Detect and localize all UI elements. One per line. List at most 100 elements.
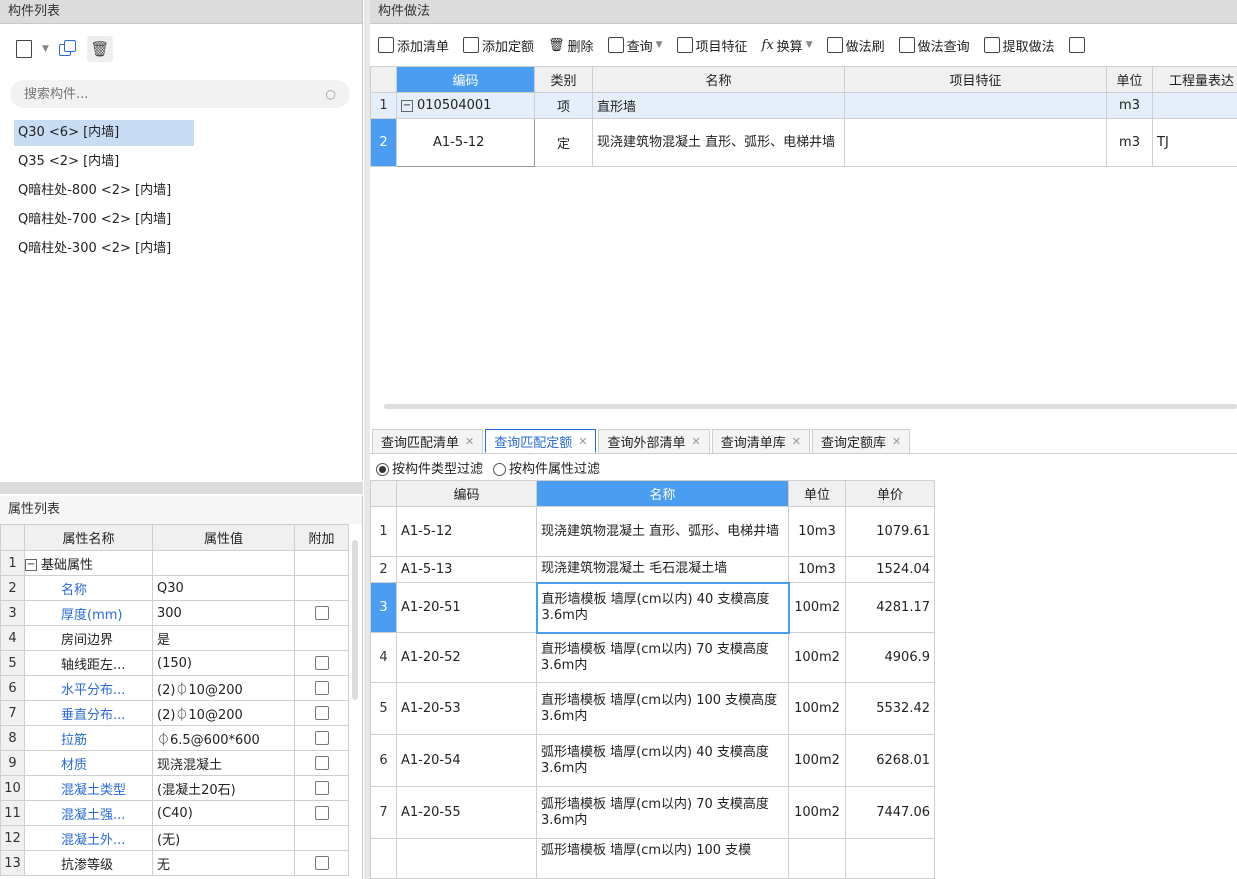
filter-by-attr-radio[interactable]: 按构件属性过滤 (493, 458, 600, 477)
dropdown-arrow-icon[interactable]: ▼ (656, 40, 663, 50)
list-item[interactable]: Q暗柱处-700 <2> [内墙] (14, 207, 362, 233)
extra-checkbox[interactable] (314, 806, 329, 820)
add-quota-button[interactable]: 添加定额 (463, 36, 534, 55)
close-icon[interactable]: ✕ (578, 435, 587, 448)
extra-checkbox[interactable] (314, 781, 329, 795)
vertical-splitter[interactable] (364, 0, 370, 879)
table-row[interactable]: 3 A1-20-51 直形墙模板 墙厚(cm以内) 40 支模高度3.6m内 100m… (370, 581, 935, 634)
col-name[interactable]: 名称 (592, 66, 845, 93)
table-row[interactable]: 2 名称 Q30 (0, 575, 349, 601)
component-search-box[interactable]: ○ (10, 80, 350, 108)
method-panel: 构件做法 添加清单 添加定额 🗑 删除 查询 ▼ 项目特征 fx 换算 ▼ 做法刷 做法… (370, 0, 1237, 416)
search-icon[interactable]: ○ (326, 87, 336, 101)
col-unit[interactable]: 单位 (788, 480, 846, 507)
extra-checkbox[interactable] (314, 656, 329, 670)
table-row[interactable]: 5 A1-20-53 直形墙模板 墙厚(cm以内) 100 支模高度3.6m内 100… (370, 682, 935, 735)
table-row[interactable]: 6 A1-20-54 弧形墙模板 墙厚(cm以内) 40 支模高度3.6m内 100m… (370, 734, 935, 787)
table-row[interactable]: 1 − 基础属性 (0, 550, 349, 576)
table-row[interactable]: 1 A1-5-12 现浇建筑物混凝土 直形、弧形、电梯井墙 10m3 1079.61 (370, 506, 935, 557)
radio-checked-icon (376, 462, 389, 476)
item-feature-button[interactable]: 项目特征 (676, 36, 748, 55)
query-button[interactable]: 查询 ▼ (607, 36, 663, 55)
list-item[interactable]: Q暗柱处-300 <2> [内墙] (14, 236, 362, 262)
tab-list-library[interactable]: 查询清单库 ✕ (711, 429, 810, 453)
col-code[interactable]: 编码 (396, 480, 537, 507)
table-row[interactable]: 5 轴线距左... (150) (0, 650, 349, 676)
property-table: 属性名称 属性值 附加 1 − 基础属性 2 名称 Q30 3 厚度(mm) 300 4房… (0, 524, 349, 876)
table-row[interactable]: 6 水平分布... (2)⏀10@200 (0, 675, 349, 701)
table-row[interactable]: 7 A1-20-55 弧形墙模板 墙厚(cm以内) 70 支模高度3.6m内 100m… (370, 786, 935, 839)
col-type[interactable]: 类别 (534, 66, 593, 93)
filter-options: 按构件类型过滤 按构件属性过滤 (370, 454, 1237, 480)
list-item[interactable]: Q35 <2> [内墙] (14, 149, 362, 175)
close-icon[interactable]: ✕ (691, 435, 700, 448)
convert-button[interactable]: fx 换算 ▼ (762, 36, 813, 55)
dropdown-arrow-icon[interactable]: ▼ (42, 44, 49, 54)
col-expr[interactable]: 工程量表达 (1152, 66, 1237, 93)
col-code[interactable]: 编码 (396, 66, 535, 93)
extra-checkbox[interactable] (314, 756, 329, 770)
table-row[interactable]: 4 A1-20-52 直形墙模板 墙厚(cm以内) 70 支模高度3.6m内 100m… (370, 632, 935, 683)
extra-checkbox[interactable] (314, 706, 329, 720)
extra-checkbox[interactable] (314, 856, 329, 870)
horizontal-splitter[interactable] (0, 482, 363, 494)
table-row[interactable]: 2 A1-5-12 定 现浇建筑物混凝土 直形、弧形、电梯井墙 m3 TJ (370, 118, 1237, 167)
prop-name-header[interactable]: 属性名称 (24, 524, 153, 551)
col-price[interactable]: 单价 (845, 480, 935, 507)
method-toolbar: 添加清单 添加定额 🗑 删除 查询 ▼ 项目特征 fx 换算 ▼ 做法刷 做法查询 提取… (370, 24, 1237, 66)
table-row[interactable]: 9 材质 现浇混凝土 (0, 750, 349, 776)
search-input[interactable] (24, 86, 284, 102)
list-item[interactable]: Q暗柱处-800 <2> [内墙] (14, 178, 362, 204)
close-icon[interactable]: ✕ (892, 435, 901, 448)
extra-checkbox[interactable] (314, 681, 329, 695)
extra-checkbox[interactable] (314, 606, 329, 620)
table-row[interactable]: 11 混凝土强... (C40) (0, 800, 349, 826)
property-list-title: 属性列表 (0, 496, 362, 524)
delete-component-icon[interactable]: 🗑 (86, 36, 113, 62)
method-panel-title: 构件做法 (370, 0, 1237, 24)
more-tools-icon[interactable] (1068, 37, 1085, 53)
col-feature[interactable]: 项目特征 (844, 66, 1107, 93)
delete-button[interactable]: 🗑 删除 (548, 36, 594, 55)
table-row[interactable]: 4 房间边界是 (0, 625, 349, 651)
close-icon[interactable]: ✕ (792, 435, 801, 448)
extract-method-button[interactable]: 提取做法 (983, 36, 1055, 55)
filter-by-type-radio[interactable]: 按构件类型过滤 (376, 458, 483, 477)
table-row[interactable]: 3 厚度(mm) 300 (0, 600, 349, 626)
dropdown-arrow-icon[interactable]: ▼ (806, 40, 813, 50)
collapse-icon[interactable]: − (401, 99, 413, 112)
table-row[interactable]: 弧形墙模板 墙厚(cm以内) 100 支模 (370, 838, 935, 879)
table-row[interactable]: 8 拉筋 ⏀6.5@600*600 (0, 725, 349, 751)
method-hscrollbar[interactable] (384, 404, 1237, 409)
copy-component-icon[interactable] (58, 40, 77, 58)
close-icon[interactable]: ✕ (465, 435, 474, 448)
add-list-button[interactable]: 添加清单 (378, 36, 449, 55)
property-list-panel: 属性列表 属性名称 属性值 附加 1 − 基础属性 2 名称 Q30 3 厚度(mm) 3… (0, 496, 363, 879)
extra-checkbox[interactable] (314, 731, 329, 745)
component-toolbar: ▼ 🗑 (0, 24, 362, 74)
property-scrollbar[interactable] (352, 540, 358, 700)
tab-match-quota[interactable]: 查询匹配定额 ✕ (485, 429, 597, 453)
table-row[interactable]: 7 垂直分布... (2)⏀10@200 (0, 700, 349, 726)
function-icon: fx (761, 37, 774, 53)
table-row[interactable]: 10 混凝土类型 (混凝土20石) (0, 775, 349, 801)
table-row[interactable]: 12 混凝土外... (无) (0, 825, 349, 851)
table-row[interactable]: 2 A1-5-13 现浇建筑物混凝土 毛石混凝土墙 10m3 1524.04 (370, 556, 935, 583)
col-name[interactable]: 名称 (536, 480, 789, 507)
tab-external-list[interactable]: 查询外部清单 ✕ (598, 429, 710, 453)
add-quota-icon (463, 37, 480, 53)
method-brush-button[interactable]: 做法刷 (826, 36, 885, 55)
new-component-icon[interactable] (16, 40, 32, 58)
tab-quota-library[interactable]: 查询定额库 ✕ (811, 429, 911, 453)
method-query-icon (898, 37, 915, 53)
list-item[interactable]: Q30 <6> [内墙] (14, 120, 194, 146)
col-unit[interactable]: 单位 (1106, 66, 1153, 93)
collapse-icon[interactable]: − (25, 559, 37, 571)
table-row[interactable]: 13 抗渗等级无 (0, 850, 349, 876)
table-row[interactable]: 1 −010504001 项 直形墙 m3 (370, 92, 1237, 119)
method-query-button[interactable]: 做法查询 (898, 36, 970, 55)
tab-match-list[interactable]: 查询匹配清单 ✕ (372, 429, 484, 453)
prop-extra-header[interactable]: 附加 (294, 524, 349, 551)
feature-icon (676, 37, 693, 53)
prop-value-header[interactable]: 属性值 (152, 524, 295, 551)
